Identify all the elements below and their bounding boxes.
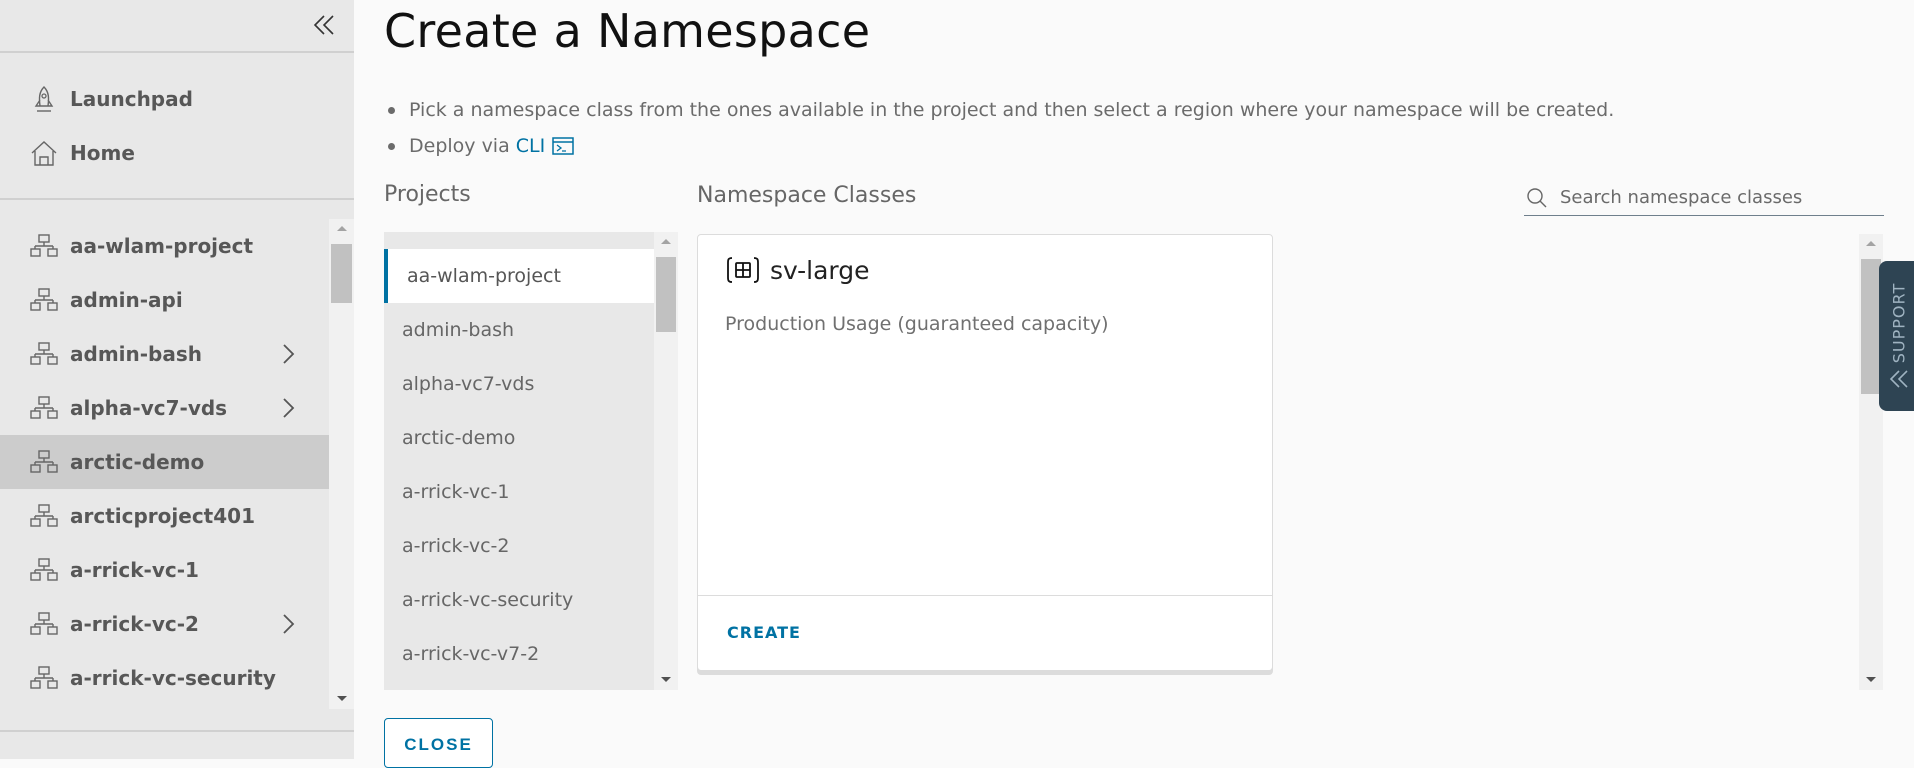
sidebar-scrollbar[interactable] (329, 219, 354, 709)
sidebar-project-item[interactable]: arctic-demo (0, 435, 329, 489)
chevron-right-icon[interactable] (281, 613, 295, 635)
project-icon (30, 288, 58, 311)
projects-scrollbar[interactable] (654, 232, 678, 690)
chevron-right-icon[interactable] (281, 397, 295, 419)
terminal-icon[interactable] (552, 137, 574, 155)
project-icon (30, 558, 58, 581)
sidebar-project-item[interactable]: a-rrick-vc-1 (0, 543, 329, 597)
cli-link[interactable]: CLI (516, 135, 545, 157)
double-chevron-left-icon (1889, 370, 1908, 388)
sidebar-project-item[interactable]: a-rrick-vc-security (0, 651, 329, 705)
rocket-icon (34, 86, 54, 112)
support-label: SUPPORT (1889, 282, 1909, 364)
project-list-item[interactable]: a-rrick-vc-1 (384, 465, 654, 519)
sidebar-project-item[interactable]: a-rrick-vc-2 (0, 597, 329, 651)
sidebar-item-label: a-rrick-vc-security (70, 666, 276, 690)
scroll-up-arrow-icon[interactable] (336, 226, 347, 231)
sidebar-scroll-thumb[interactable] (331, 244, 352, 303)
scroll-down-arrow-icon[interactable] (1866, 677, 1876, 682)
project-icon (30, 396, 58, 419)
project-list-item[interactable]: a-rrick-vc-v7-2 (384, 627, 654, 681)
class-name: sv-large (770, 255, 870, 285)
classes-scroll-thumb[interactable] (1861, 259, 1881, 394)
card-title: sv-large (726, 255, 870, 285)
namespace-classes-label: Namespace Classes (697, 183, 917, 208)
sidebar-project-item[interactable]: admin-api (0, 273, 329, 327)
sidebar: Launchpad Home aa-wlam-project admin-api a… (0, 0, 354, 759)
project-icon (30, 666, 58, 689)
sidebar-item-home[interactable]: Home (30, 133, 135, 173)
collapse-sidebar-button[interactable] (310, 10, 340, 40)
project-icon (30, 342, 58, 365)
scroll-down-arrow-icon[interactable] (336, 696, 347, 701)
sidebar-item-label: alpha-vc7-vds (70, 396, 228, 420)
sidebar-divider (0, 198, 354, 200)
class-description: Production Usage (guaranteed capacity) (725, 313, 1109, 335)
project-list-item[interactable]: alpha-vc7-vds (384, 357, 654, 411)
project-icon (30, 504, 58, 527)
instructions-list: Pick a namespace class from the ones ava… (388, 92, 1614, 164)
namespace-class-card[interactable]: sv-large Production Usage (guaranteed ca… (697, 234, 1273, 671)
sidebar-item-label: admin-api (70, 288, 183, 312)
project-icon (30, 612, 58, 635)
scroll-up-arrow-icon[interactable] (1866, 241, 1876, 246)
home-icon (31, 141, 57, 166)
projects-list: aa-wlam-project admin-bash alpha-vc7-vds ar… (384, 232, 678, 690)
page-title: Create a Namespace (384, 4, 871, 58)
projects-label: Projects (384, 182, 471, 207)
search-namespace-classes (1524, 180, 1884, 216)
sidebar-project-list: aa-wlam-project admin-api admin-bash alpha-… (0, 219, 354, 709)
instruction-item: Pick a namespace class from the ones ava… (388, 92, 1614, 128)
sidebar-item-label: a-rrick-vc-1 (70, 558, 199, 582)
support-tab[interactable]: SUPPORT (1879, 261, 1914, 411)
instruction-item: Deploy via CLI (388, 128, 1614, 164)
sidebar-item-launchpad[interactable]: Launchpad (30, 79, 193, 119)
project-list-item[interactable]: aa-wlam-project (384, 249, 654, 303)
projects-scroll-thumb[interactable] (656, 257, 676, 332)
sidebar-project-item[interactable]: aa-wlam-project (0, 219, 329, 273)
sidebar-item-label: a-rrick-vc-2 (70, 612, 199, 636)
double-chevron-left-icon (313, 15, 334, 35)
create-button[interactable]: CREATE (727, 623, 801, 642)
sidebar-divider (0, 730, 354, 732)
sidebar-project-item[interactable]: arcticproject401 (0, 489, 329, 543)
scroll-up-arrow-icon[interactable] (661, 239, 671, 244)
project-list-item[interactable]: arctic-demo (384, 411, 654, 465)
sidebar-item-label: admin-bash (70, 342, 203, 366)
scroll-down-arrow-icon[interactable] (661, 677, 671, 682)
chevron-right-icon[interactable] (281, 343, 295, 365)
sidebar-item-label: arcticproject401 (70, 504, 255, 528)
project-list-item[interactable]: admin-bash (384, 303, 654, 357)
search-icon (1527, 187, 1547, 207)
search-input[interactable] (1560, 187, 1860, 208)
project-list-item[interactable]: a-rrick-vc-security (384, 573, 654, 627)
sidebar-item-label: Launchpad (70, 87, 193, 111)
project-icon (30, 234, 58, 257)
card-divider (698, 595, 1272, 596)
close-button[interactable]: CLOSE (384, 718, 493, 768)
sidebar-item-label: Home (70, 141, 135, 165)
sidebar-item-label: arctic-demo (70, 450, 205, 474)
sidebar-divider (0, 51, 354, 53)
sidebar-project-item[interactable]: alpha-vc7-vds (0, 381, 329, 435)
sidebar-project-item[interactable]: admin-bash (0, 327, 329, 381)
namespace-class-icon (727, 257, 759, 283)
sidebar-item-label: aa-wlam-project (70, 234, 254, 258)
project-icon (30, 450, 58, 473)
project-list-item[interactable]: a-rrick-vc-2 (384, 519, 654, 573)
